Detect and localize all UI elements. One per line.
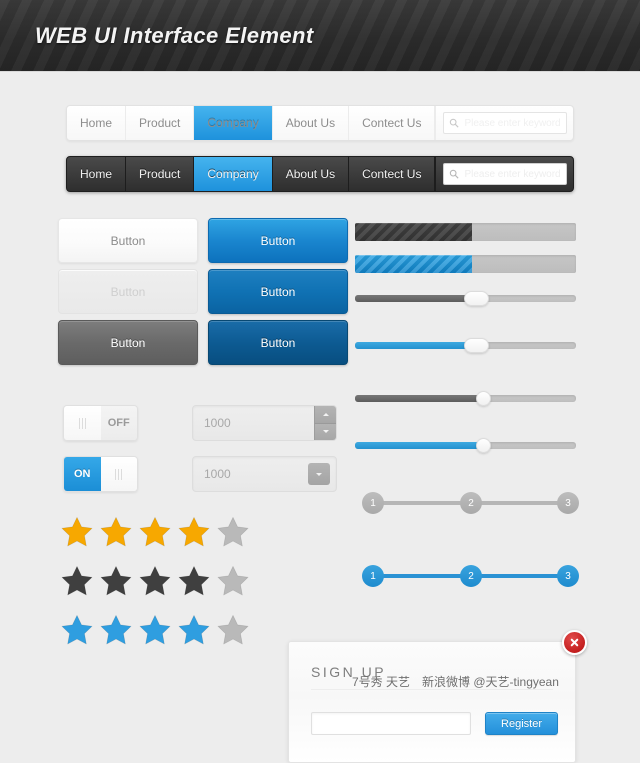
close-icon[interactable] [562, 630, 587, 655]
nav-item-contect-us-dark[interactable]: Contect Us [349, 157, 436, 191]
toggle-label-on: ON [64, 457, 101, 491]
rating-stars-blue[interactable] [60, 613, 250, 647]
star-empty-icon[interactable] [216, 564, 250, 598]
toggle-handle-off[interactable] [64, 406, 101, 440]
slider-blue-circle[interactable] [355, 435, 576, 455]
star-filled-icon[interactable] [138, 515, 172, 549]
star-filled-icon[interactable] [138, 613, 172, 647]
number-stepper-single[interactable]: 1000 [192, 456, 337, 492]
star-filled-icon[interactable] [99, 515, 133, 549]
caret-up-icon [322, 412, 329, 416]
slider-progress [355, 441, 484, 449]
stepper-dropdown-button[interactable] [308, 463, 330, 485]
grip-lines-icon [78, 417, 86, 429]
nav-item-home-dark[interactable]: Home [67, 157, 127, 191]
nav-item-product[interactable]: Product [126, 106, 195, 140]
toggle-label-off: OFF [100, 406, 137, 440]
slider-progress [355, 394, 484, 402]
slider-progress [355, 341, 477, 349]
star-filled-icon[interactable] [99, 564, 133, 598]
slider-handle[interactable] [475, 390, 491, 406]
button-white[interactable]: Button [58, 218, 198, 263]
star-filled-icon[interactable] [177, 564, 211, 598]
page-header: WEB UI Interface Element [0, 0, 640, 72]
navbar-dark-search-area: Please enter keyword [435, 157, 573, 191]
nav-item-contect-us[interactable]: Contect Us [349, 106, 436, 140]
star-filled-icon[interactable] [177, 515, 211, 549]
button-blue-dark[interactable]: Button [208, 320, 348, 365]
nav-item-company[interactable]: Company [194, 106, 273, 140]
nav-item-about-us[interactable]: About Us [273, 106, 350, 140]
navbar-light-search-area: Please enter keyword [435, 106, 573, 140]
navbar-light: Home Product Company About Us Contect Us… [66, 105, 574, 141]
star-empty-icon[interactable] [216, 613, 250, 647]
caret-down-icon [316, 472, 322, 476]
page-title: WEB UI Interface Element [35, 22, 314, 48]
stepper-decrement-button[interactable] [314, 422, 336, 440]
stepper-value[interactable]: 1000 [193, 406, 314, 440]
rating-stars-gold[interactable] [60, 515, 250, 549]
progress-fill-blue [355, 255, 473, 273]
step-dot-2[interactable]: 2 [460, 492, 482, 514]
nav-item-home[interactable]: Home [67, 106, 127, 140]
slider-gray-rect[interactable] [355, 288, 576, 308]
search-input-dark[interactable]: Please enter keyword [443, 163, 567, 185]
toggle-switch-on[interactable]: ON [63, 456, 138, 492]
star-filled-icon[interactable] [177, 613, 211, 647]
stepper-increment-button[interactable] [314, 406, 336, 423]
step-dot-2-blue[interactable]: 2 [460, 565, 482, 587]
slider-gray-circle[interactable] [355, 388, 576, 408]
button-blue-light[interactable]: Button [208, 218, 348, 263]
slider-handle[interactable] [475, 437, 491, 453]
star-empty-icon[interactable] [216, 515, 250, 549]
slider-handle[interactable] [464, 337, 490, 353]
button-gray[interactable]: Button [58, 320, 198, 365]
close-x-glyph [570, 638, 579, 647]
search-input[interactable]: Please enter keyword [443, 112, 567, 134]
component-stage: Home Product Company About Us Contect Us… [0, 72, 640, 763]
signup-email-input[interactable] [311, 712, 471, 735]
button-blue-medium[interactable]: Button [208, 269, 348, 314]
nav-item-company-dark[interactable]: Company [194, 157, 273, 191]
stepper-spin-buttons [314, 406, 336, 440]
step-indicator-gray: 1 2 3 [362, 492, 579, 514]
search-icon [449, 118, 460, 128]
step-dot-3-blue[interactable]: 3 [557, 565, 579, 587]
progress-fill-dark [355, 223, 473, 241]
step-dot-1-blue[interactable]: 1 [362, 565, 384, 587]
search-placeholder-text: Please enter keyword [464, 117, 561, 129]
step-dot-1[interactable]: 1 [362, 492, 384, 514]
slider-progress [355, 294, 477, 302]
star-filled-icon[interactable] [60, 613, 94, 647]
caret-down-icon [322, 430, 329, 434]
rating-stars-dark[interactable] [60, 564, 250, 598]
modal-form-row: Register [311, 712, 575, 735]
nav-item-product-dark[interactable]: Product [126, 157, 195, 191]
toggle-handle-on[interactable] [100, 457, 137, 491]
register-button[interactable]: Register [485, 712, 558, 735]
toggle-switch-off[interactable]: OFF [63, 405, 138, 441]
star-filled-icon[interactable] [60, 515, 94, 549]
footer-credit: 7号秀 天艺 新浪微博 @天艺-tingyean [352, 675, 559, 689]
navbar-dark: Home Product Company About Us Contect Us… [66, 156, 574, 192]
star-filled-icon[interactable] [138, 564, 172, 598]
slider-handle[interactable] [464, 290, 490, 306]
button-disabled[interactable]: Button [58, 269, 198, 314]
search-icon-dark [449, 169, 460, 179]
search-placeholder-text-dark: Please enter keyword [464, 168, 561, 180]
grip-lines-icon [115, 468, 123, 480]
step-indicator-blue: 1 2 3 [362, 565, 579, 587]
stepper-value[interactable]: 1000 [193, 457, 308, 491]
progress-bar-dark [355, 223, 576, 241]
step-dot-3[interactable]: 3 [557, 492, 579, 514]
number-stepper-updown[interactable]: 1000 [192, 405, 337, 441]
star-filled-icon[interactable] [99, 613, 133, 647]
star-filled-icon[interactable] [60, 564, 94, 598]
signup-modal: SIGN UP Register [288, 630, 587, 763]
nav-item-about-us-dark[interactable]: About Us [273, 157, 350, 191]
progress-bar-blue [355, 255, 576, 273]
slider-blue-rect[interactable] [355, 335, 576, 355]
